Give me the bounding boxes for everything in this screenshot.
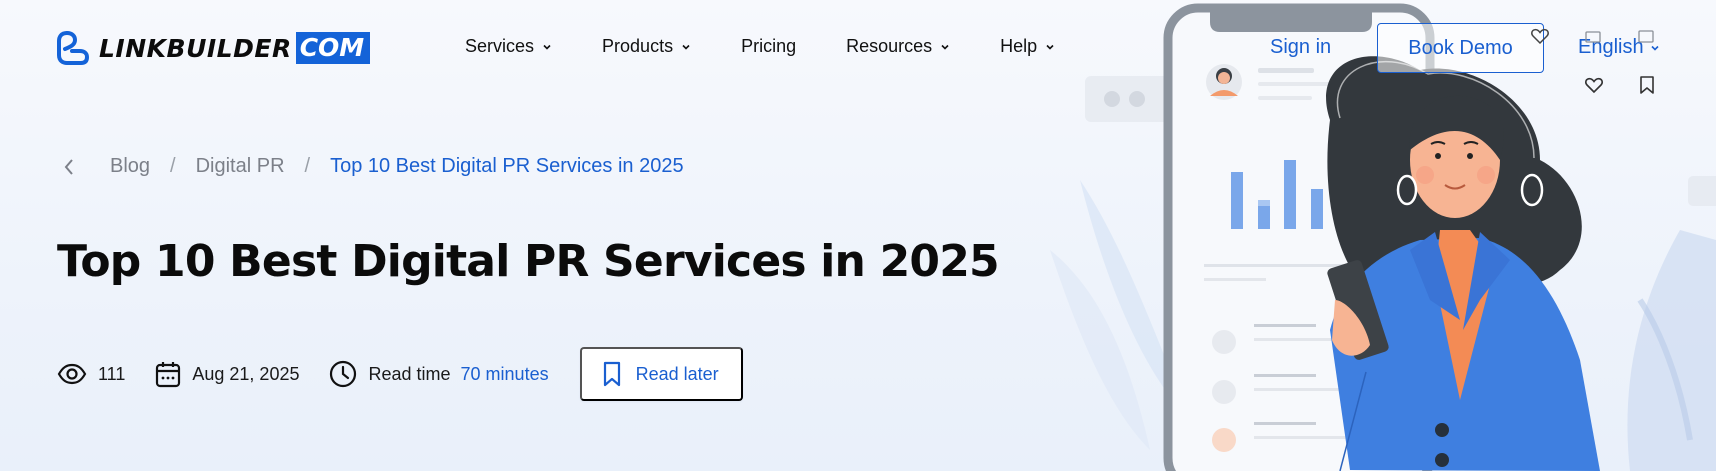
read-time-label: Read time (368, 363, 451, 384)
logo-icon (57, 31, 89, 65)
chevron-down-icon (682, 44, 690, 50)
nav-item-resources[interactable]: Resources (846, 36, 950, 57)
view-count-value: 111 (98, 363, 126, 384)
logo-name: LINKBUILDER (99, 33, 292, 63)
nav-item-label: Products (602, 36, 674, 56)
article-meta: 111 Aug 21, 2025 Read time 70 minutes Re… (57, 347, 743, 401)
nav-item-products[interactable]: Products (602, 36, 691, 57)
eye-icon (57, 363, 87, 385)
nav-item-label: Pricing (741, 36, 797, 56)
book-demo-button[interactable]: Book Demo (1377, 23, 1544, 73)
nav-item-label: Help (1000, 36, 1038, 56)
read-time: Read time 70 minutes (329, 360, 549, 388)
nav-item-services[interactable]: Services (465, 36, 552, 57)
logo-suffix: COM (295, 32, 371, 64)
chevron-down-icon (1046, 44, 1054, 50)
clock-icon (330, 360, 357, 388)
read-later-label: Read later (635, 363, 719, 384)
tag-icon (1585, 31, 1601, 43)
heart-icon[interactable] (1530, 26, 1550, 46)
read-time-value: 70 minutes (460, 363, 549, 384)
page-title: Top 10 Best Digital PR Services in 2025 (57, 236, 1000, 287)
nav-item-label: Services (465, 36, 535, 56)
sign-in-link[interactable]: Sign in (1270, 36, 1331, 59)
site-header: LINKBUILDER COM Services Products Pricin… (0, 0, 1716, 96)
nav-item-help[interactable]: Help (1000, 36, 1055, 57)
publish-date: Aug 21, 2025 (155, 360, 299, 388)
breadcrumb-current: Top 10 Best Digital PR Services in 2025 (330, 155, 684, 177)
bookmark-icon (1638, 30, 1654, 43)
chevron-down-icon (941, 44, 949, 50)
publish-date-value: Aug 21, 2025 (192, 363, 300, 384)
nav-item-label: Resources (846, 36, 933, 56)
main-nav: Services Products Pricing Resources Help (465, 36, 1105, 57)
breadcrumb-blog[interactable]: Blog (110, 155, 150, 178)
calendar-icon (156, 362, 181, 388)
bookmark-icon[interactable] (1637, 75, 1657, 95)
chevron-left-icon[interactable] (62, 157, 76, 177)
bookmark-icon (603, 361, 620, 387)
breadcrumb-digital-pr[interactable]: Digital PR (196, 155, 285, 178)
breadcrumb: Blog / Digital PR / Top 10 Best Digital … (62, 155, 684, 178)
breadcrumb-separator: / (304, 155, 311, 177)
brand-logo[interactable]: LINKBUILDER COM (57, 31, 371, 65)
read-later-button[interactable]: Read later (579, 347, 743, 401)
breadcrumb-separator: / (170, 155, 176, 177)
chevron-down-icon (543, 44, 551, 50)
nav-item-pricing[interactable]: Pricing (741, 36, 796, 57)
view-count: 111 (57, 363, 125, 385)
heart-icon[interactable] (1584, 75, 1604, 95)
